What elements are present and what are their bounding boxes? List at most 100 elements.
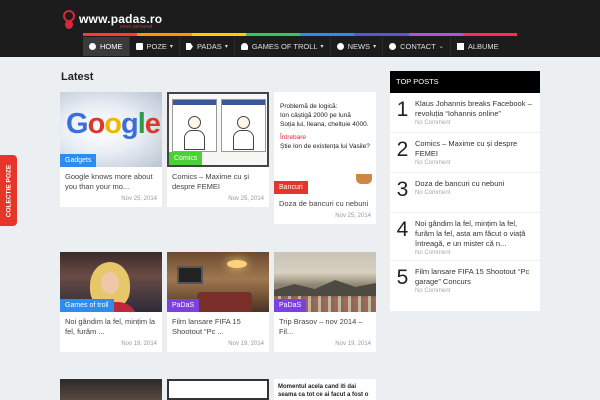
nav-news[interactable]: NEWS ▾ — [331, 37, 383, 56]
comment-count[interactable]: No Comment — [415, 160, 534, 166]
tag-icon — [185, 43, 193, 50]
post-thumbnail[interactable]: PaDaS — [274, 252, 376, 312]
category-badge[interactable]: Gadgets — [60, 154, 97, 167]
nav-label: GAMES OF TROLL — [251, 42, 318, 51]
rank-number: 2 — [396, 138, 409, 161]
post-date: Nov 25, 2014 — [121, 196, 157, 202]
comment-count[interactable]: No Comment — [415, 120, 534, 126]
rainbow-segment — [354, 33, 409, 36]
chevron-down-icon: ▾ — [224, 44, 228, 50]
category-badge[interactable]: Comics — [169, 152, 203, 165]
post-thumbnail[interactable]: Momentul acela cand iti dai seama ca tot… — [274, 379, 376, 400]
collection-photos-label: COLECTIE POZE — [5, 164, 12, 217]
rainbow-segment — [300, 33, 355, 36]
comic-panel — [172, 99, 217, 152]
rainbow-segment — [137, 33, 192, 36]
post-title[interactable]: Film lansare FIFA 15 Shootout “Pc ... — [167, 312, 269, 337]
post-card[interactable]: Momentul acela cand iti dai seama ca tot… — [274, 379, 376, 400]
post-date: Nov 25, 2014 — [228, 196, 264, 202]
nav-label: HOME — [100, 42, 123, 51]
post-thumbnail[interactable]: Problemă de logică: Ion câștigă 2000 pe … — [274, 92, 376, 194]
comment-count[interactable]: No Comment — [415, 250, 534, 256]
nav-label: PADAS — [196, 42, 222, 51]
latest-heading: Latest — [61, 71, 94, 83]
post-thumbnail[interactable]: Games of troll — [60, 252, 162, 312]
top-post-title[interactable]: Comics – Maxime cu și despre FEMEI — [415, 139, 534, 159]
comic-panel — [221, 99, 266, 152]
top-post-item[interactable]: 2 Comics – Maxime cu și despre FEMEI No … — [390, 133, 540, 173]
nav-label: ALBUME — [467, 42, 499, 51]
chevron-down-icon: ▾ — [320, 44, 324, 50]
rainbow-segment — [462, 33, 517, 36]
category-badge[interactable]: Games of troll — [60, 299, 114, 312]
post-date: Nov 19, 2014 — [228, 341, 264, 347]
post-card[interactable] — [60, 379, 162, 400]
rainbow-segment — [408, 33, 463, 36]
comic-caption: Momentul acela cand iti dai seama ca tot… — [278, 384, 369, 398]
rainbow-segment — [83, 33, 138, 36]
post-date: Nov 25, 2014 — [335, 213, 371, 219]
category-badge[interactable]: PaDaS — [167, 299, 200, 312]
nav-poze[interactable]: POZE ▾ — [130, 37, 179, 56]
rainbow-segment — [191, 33, 246, 36]
post-title[interactable]: Google knows more about you than your mo… — [60, 167, 162, 192]
post-card[interactable] — [167, 379, 269, 400]
post-date: Nov 19, 2014 — [121, 341, 157, 347]
post-thumbnail[interactable] — [167, 379, 269, 400]
post-card[interactable]: Problemă de logică: Ion câștigă 2000 pe … — [274, 92, 376, 224]
nav-home[interactable]: HOME — [83, 37, 129, 56]
category-badge[interactable]: Bancuri — [274, 181, 308, 194]
google-logo-text: Google — [66, 108, 161, 140]
post-thumbnail[interactable]: PaDaS — [167, 252, 269, 312]
rank-number: 5 — [396, 266, 409, 289]
rainbow-bar — [83, 33, 517, 36]
rank-number: 1 — [396, 98, 409, 121]
top-post-title[interactable]: Doza de bancuri cu nebuni — [415, 179, 534, 189]
comment-count[interactable]: No Comment — [415, 288, 534, 294]
top-post-title[interactable]: Film lansare FIFA 15 Shootout “Pc garage… — [415, 267, 534, 287]
chevron-down-icon: ▾ — [169, 44, 173, 50]
top-post-item[interactable]: 3 Doza de bancuri cu nebuni No Comment — [390, 173, 540, 213]
rank-number: 3 — [396, 178, 409, 201]
top-post-title[interactable]: Noi gândim la fel, mințim la fel, furăm … — [415, 219, 534, 249]
home-icon — [89, 43, 96, 50]
post-card[interactable]: PaDaS Film lansare FIFA 15 Shootout “Pc … — [167, 252, 269, 352]
post-card[interactable]: Games of troll Noi gândim la fel, mințim… — [60, 252, 162, 352]
logo-tagline: umor personal — [120, 24, 152, 30]
post-card[interactable]: PaDaS Trip Brasov – nov 2014 – Fil... No… — [274, 252, 376, 352]
post-title[interactable]: Noi gândim la fel, mințim la fel, furăm … — [60, 312, 162, 337]
comment-count[interactable]: No Comment — [415, 190, 534, 196]
post-title[interactable]: Trip Brasov – nov 2014 – Fil... — [274, 312, 376, 337]
rank-number: 4 — [396, 218, 409, 241]
logo-icon — [62, 8, 76, 30]
post-date: Nov 19, 2014 — [335, 341, 371, 347]
chevron-down-icon: ⌄ — [438, 44, 444, 50]
chevron-down-icon: ▾ — [373, 44, 377, 50]
nav-label: NEWS — [347, 42, 371, 51]
nav-label: CONTACT — [400, 42, 436, 51]
post-title[interactable]: Comics – Maxime cu și despre FEMEI — [167, 167, 269, 192]
top-post-item[interactable]: 4 Noi gândim la fel, mințim la fel, fură… — [390, 213, 540, 261]
nav-contact[interactable]: CONTACT ⌄ — [383, 37, 450, 56]
post-thumbnail[interactable]: Comics — [167, 92, 269, 167]
album-icon — [456, 43, 464, 50]
site-header: www.padas.ro umor personal HOME POZE ▾ P… — [0, 0, 600, 57]
post-title[interactable]: Doza de bancuri cu nebuni — [274, 194, 376, 209]
cup-icon — [356, 174, 372, 184]
nav-label: POZE — [146, 42, 167, 51]
post-thumbnail[interactable]: Google Gadgets — [60, 92, 162, 167]
nav-games-of-troll[interactable]: GAMES OF TROLL ▾ — [235, 37, 330, 56]
top-post-item[interactable]: 5 Film lansare FIFA 15 Shootout “Pc gara… — [390, 261, 540, 301]
nav-albume[interactable]: ALBUME — [451, 37, 505, 56]
nav-padas[interactable]: PADAS ▾ — [180, 37, 234, 56]
post-card[interactable]: Google Gadgets Google knows more about y… — [60, 92, 162, 207]
category-badge[interactable]: PaDaS — [274, 299, 307, 312]
logic-puzzle-text: Problemă de logică: Ion câștigă 2000 pe … — [280, 103, 370, 150]
post-card[interactable]: Comics Comics – Maxime cu și despre FEME… — [167, 92, 269, 207]
top-post-item[interactable]: 1 Klaus Johannis breaks Facebook – revol… — [390, 93, 540, 133]
collection-photos-tab[interactable]: COLECTIE POZE — [0, 155, 17, 226]
rainbow-segment — [245, 33, 300, 36]
top-post-title[interactable]: Klaus Johannis breaks Facebook – revoluț… — [415, 99, 534, 119]
post-thumbnail[interactable] — [60, 379, 162, 400]
top-posts-heading: TOP POSTS — [390, 71, 540, 93]
